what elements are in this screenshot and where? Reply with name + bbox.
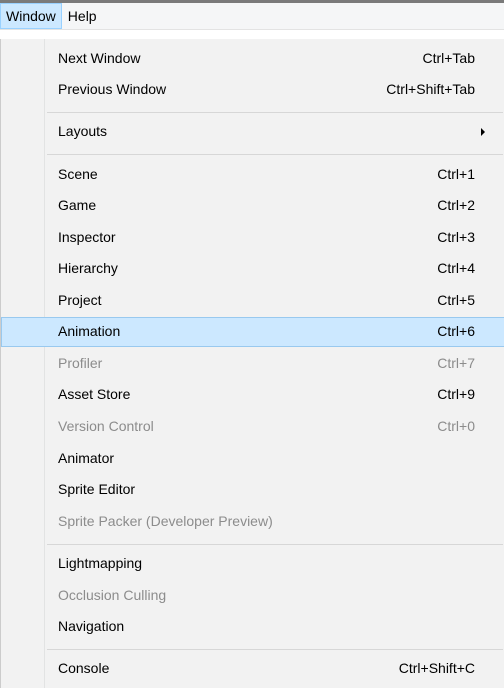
menu-item-shortcut: Ctrl+0: [437, 418, 475, 434]
menu-window-label: Window: [6, 8, 56, 24]
menu-item-hierarchy[interactable]: Hierarchy Ctrl+4: [1, 254, 504, 284]
menu-item-next-window[interactable]: Next Window Ctrl+Tab: [1, 44, 504, 74]
menu-item-shortcut: Ctrl+1: [437, 166, 475, 182]
menu-item-label: Sprite Packer (Developer Preview): [58, 513, 273, 529]
menu-separator: [47, 154, 503, 155]
menu-item-label: Layouts: [58, 123, 108, 139]
menu-item-inspector[interactable]: Inspector Ctrl+3: [1, 223, 504, 253]
menu-item-animation[interactable]: Animation Ctrl+6: [1, 317, 504, 347]
menu-item-animator[interactable]: Animator: [1, 444, 504, 474]
submenu-arrow-icon: [481, 128, 485, 136]
menu-item-project[interactable]: Project Ctrl+5: [1, 286, 504, 316]
menu-item-game[interactable]: Game Ctrl+2: [1, 191, 504, 221]
menu-help[interactable]: Help: [62, 3, 106, 29]
menu-item-label: Profiler: [58, 355, 103, 371]
menu-item-sprite-editor[interactable]: Sprite Editor: [1, 475, 504, 505]
menu-item-label: Version Control: [58, 418, 154, 434]
menu-item-sprite-packer[interactable]: Sprite Packer (Developer Preview): [1, 507, 504, 537]
menu-item-label: Asset Store: [58, 386, 131, 402]
menu-separator: [47, 649, 503, 650]
menu-item-shortcut: Ctrl+5: [437, 292, 475, 308]
menu-item-shortcut: Ctrl+3: [437, 229, 475, 245]
menu-item-shortcut: Ctrl+9: [437, 386, 475, 402]
menu-separator: [47, 544, 503, 545]
menu-item-shortcut: Ctrl+Shift+Tab: [386, 81, 475, 97]
menu-item-shortcut: Ctrl+Tab: [422, 50, 475, 66]
menu-item-label: Game: [58, 197, 97, 213]
menu-separator: [47, 112, 503, 113]
menu-item-layouts[interactable]: Layouts: [1, 117, 504, 147]
menu-item-label: Lightmapping: [58, 555, 143, 571]
menu-item-label: Navigation: [58, 618, 125, 634]
menu-item-navigation[interactable]: Navigation: [1, 612, 504, 642]
menu-item-label: Occlusion Culling: [58, 587, 167, 603]
menu-item-scene[interactable]: Scene Ctrl+1: [1, 160, 504, 190]
menu-item-label: Sprite Editor: [58, 481, 136, 497]
menu-item-shortcut: Ctrl+4: [437, 260, 475, 276]
menu-item-label: Animation: [58, 323, 121, 339]
menu-item-label: Next Window: [58, 50, 141, 66]
menu-window[interactable]: Window: [0, 3, 62, 29]
menu-item-shortcut: Ctrl+Shift+C: [398, 660, 475, 676]
menu-item-shortcut: Ctrl+7: [437, 355, 475, 371]
menu-item-previous-window[interactable]: Previous Window Ctrl+Shift+Tab: [1, 75, 504, 105]
menu-item-console[interactable]: Console Ctrl+Shift+C: [1, 654, 504, 684]
menu-item-asset-store[interactable]: Asset Store Ctrl+9: [1, 380, 504, 410]
menu-item-shortcut: Ctrl+6: [437, 323, 475, 339]
menu-item-shortcut: Ctrl+2: [437, 197, 475, 213]
menu-bar: Window Help: [0, 3, 504, 30]
menu-item-label: Console: [58, 660, 110, 676]
menu-item-occlusion-culling[interactable]: Occlusion Culling: [1, 581, 504, 611]
menu-item-label: Previous Window: [58, 81, 167, 97]
menu-item-label: Inspector: [58, 229, 116, 245]
menu-item-profiler[interactable]: Profiler Ctrl+7: [1, 349, 504, 379]
menu-item-label: Hierarchy: [58, 260, 118, 276]
menu-item-version-control[interactable]: Version Control Ctrl+0: [1, 412, 504, 442]
menu-item-label: Scene: [58, 166, 98, 182]
menu-help-label: Help: [67, 8, 97, 24]
menu-item-lightmapping[interactable]: Lightmapping: [1, 549, 504, 579]
menu-item-label: Project: [58, 292, 102, 308]
window-menu-dropdown: Next Window Ctrl+Tab Previous Window Ctr…: [0, 39, 504, 688]
menu-item-label: Animator: [58, 450, 115, 466]
